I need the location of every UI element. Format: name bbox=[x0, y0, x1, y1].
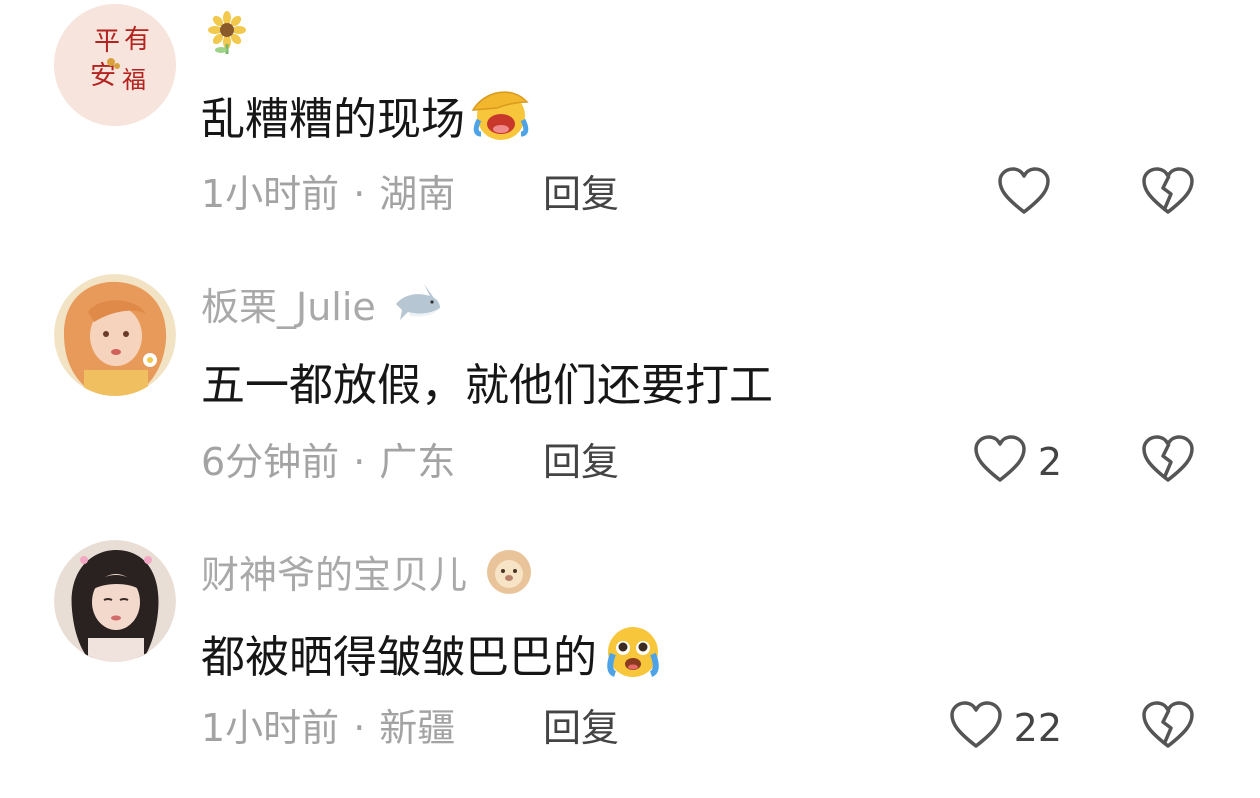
meta-separator: · bbox=[353, 706, 366, 750]
broken-heart-icon bbox=[1140, 167, 1196, 222]
timestamp: 1小时前 bbox=[201, 172, 340, 216]
broken-heart-icon bbox=[1140, 435, 1196, 490]
reply-button[interactable]: 回复 bbox=[543, 438, 619, 486]
username[interactable] bbox=[201, 10, 247, 65]
like-count: 22 bbox=[1013, 706, 1062, 750]
dislike-button[interactable] bbox=[1140, 434, 1196, 490]
shark-icon bbox=[394, 282, 442, 337]
reply-button[interactable]: 回复 bbox=[543, 170, 619, 218]
like-button[interactable] bbox=[996, 166, 1062, 222]
comment-text: 五一都放假，就他们还要打工 bbox=[201, 358, 773, 414]
pleading-crying-emoji bbox=[599, 624, 665, 694]
comment-item: 平 有 安 福 乱糟糟的现场 1小时前 · 湖南 回复 bbox=[0, 0, 1260, 266]
sunflower-icon bbox=[207, 10, 247, 65]
username[interactable]: 板栗_Julie bbox=[201, 282, 442, 337]
avatar[interactable] bbox=[54, 540, 176, 662]
lion-icon bbox=[485, 548, 533, 607]
username-text: 财神爷的宝贝儿 bbox=[201, 553, 468, 597]
meta-separator: · bbox=[353, 172, 366, 216]
username[interactable]: 财神爷的宝贝儿 bbox=[201, 548, 533, 607]
avatar[interactable]: 平 有 安 福 bbox=[54, 4, 176, 126]
comment-text: 都被晒得皱皱巴巴的 bbox=[201, 624, 665, 694]
timestamp: 1小时前 bbox=[201, 706, 340, 750]
comment-item: 板栗_Julie 五一都放假，就他们还要打工 6分钟前 · 广东 回复 2 bbox=[0, 266, 1260, 532]
dislike-button[interactable] bbox=[1140, 166, 1196, 222]
dislike-button[interactable] bbox=[1140, 700, 1196, 756]
comment-text-content: 五一都放假，就他们还要打工 bbox=[201, 360, 773, 411]
location: 新疆 bbox=[379, 706, 456, 750]
avatar-char: 平 bbox=[94, 27, 120, 57]
heart-outline-icon bbox=[972, 434, 1028, 490]
reply-button[interactable]: 回复 bbox=[543, 704, 619, 752]
timestamp: 6分钟前 bbox=[201, 440, 340, 484]
meta-separator: · bbox=[353, 440, 366, 484]
comment-text-content: 乱糟糟的现场 bbox=[201, 94, 465, 145]
username-text: 板栗_Julie bbox=[201, 285, 376, 329]
avatar-char: 有 bbox=[124, 25, 150, 55]
location: 湖南 bbox=[379, 172, 456, 216]
comment-text-content: 都被晒得皱皱巴巴的 bbox=[201, 632, 597, 683]
like-count: 2 bbox=[1037, 440, 1062, 484]
comment-text: 乱糟糟的现场 bbox=[201, 86, 533, 156]
comment-meta: 1小时前 · 新疆 bbox=[201, 704, 455, 752]
location: 广东 bbox=[379, 440, 456, 484]
facepalm-laugh-emoji bbox=[467, 86, 533, 156]
like-button[interactable]: 2 bbox=[972, 434, 1062, 490]
broken-heart-icon bbox=[1140, 701, 1196, 756]
comment-item: 财神爷的宝贝儿 都被晒得皱皱巴巴的 1小时前 · 新疆 回复 22 bbox=[0, 532, 1260, 798]
heart-outline-icon bbox=[948, 700, 1004, 756]
avatar[interactable] bbox=[54, 274, 176, 396]
like-button[interactable]: 22 bbox=[948, 700, 1062, 756]
heart-outline-icon bbox=[996, 166, 1052, 222]
comment-meta: 1小时前 · 湖南 bbox=[201, 170, 455, 218]
comment-meta: 6分钟前 · 广东 bbox=[201, 438, 455, 486]
avatar-char: 福 bbox=[122, 66, 146, 94]
